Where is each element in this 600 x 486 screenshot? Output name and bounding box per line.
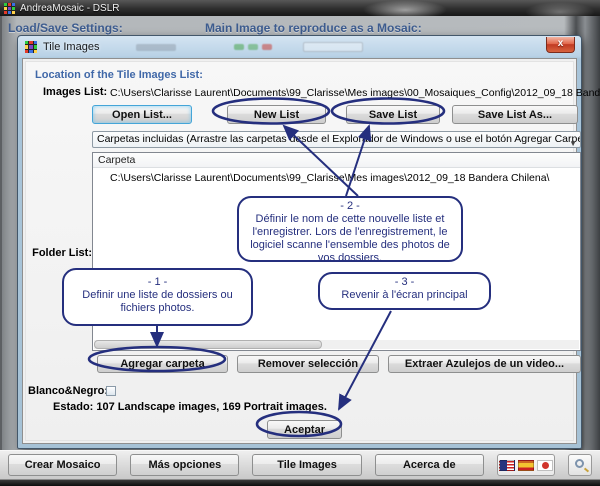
status-text: Estado: 107 Landscape images, 169 Portra… <box>53 401 327 413</box>
titlebar-ghost <box>136 44 176 51</box>
callout-step-3: - 3 - Revenir à l'écran principal <box>318 272 491 310</box>
window-title: AndreaMosaic - DSLR <box>20 3 119 14</box>
included-folders-dropdown[interactable]: Carpetas incluidas (Arrastre las carpeta… <box>92 131 581 148</box>
save-list-as-button[interactable]: Save List As... <box>452 105 578 124</box>
black-white-checkbox[interactable] <box>106 386 116 396</box>
chevron-down-icon: ▼ <box>569 136 577 148</box>
dialog-title: Tile Images <box>43 41 99 53</box>
location-heading: Location of the Tile Images List: <box>35 69 203 81</box>
callout-1-number: - 1 - <box>70 276 245 289</box>
extract-tiles-from-video-button[interactable]: Extraer Azulejos de un video... <box>388 355 581 373</box>
spain-flag-icon <box>518 460 534 471</box>
dropdown-selected-text: Carpetas incluidas (Arrastre las carpeta… <box>97 133 581 145</box>
callout-step-1: - 1 - Definir une liste de dossiers ou f… <box>62 268 253 326</box>
scrollbar-thumb[interactable] <box>94 340 322 349</box>
app-icon <box>4 3 15 14</box>
dialog-icon <box>25 41 37 53</box>
titlebar-ghost <box>303 42 363 52</box>
folder-list-row[interactable]: C:\Users\Clarisse Laurent\Documents\99_C… <box>93 168 580 184</box>
callout-1-text: Definir une liste de dossiers ou fichier… <box>82 289 232 314</box>
main-image-label: Main Image to reproduce as a Mosaic: <box>205 21 422 35</box>
folder-list-column-header[interactable]: Carpeta <box>93 153 580 168</box>
japan-flag-icon <box>537 460 553 471</box>
callout-3-number: - 3 - <box>326 276 483 289</box>
titlebar-ghost <box>262 44 272 50</box>
folder-list-label: Folder List: <box>26 247 92 259</box>
main-window: AndreaMosaic - DSLR Load/Save Settings: … <box>0 0 600 486</box>
callout-2-text: Définir le nom de cette nouvelle liste e… <box>250 213 450 264</box>
main-titlebar[interactable]: AndreaMosaic - DSLR <box>0 0 600 16</box>
close-icon: x <box>558 38 564 49</box>
window-bottom-edge <box>0 480 600 486</box>
horizontal-scrollbar[interactable] <box>94 340 579 349</box>
black-white-label: Blanco&Negro: <box>28 385 108 397</box>
tile-images-button[interactable]: Tile Images <box>252 454 361 476</box>
titlebar-ghost <box>234 44 244 50</box>
crear-mosaico-button[interactable]: Crear Mosaico <box>8 454 117 476</box>
add-folder-button[interactable]: Agregar carpeta <box>97 355 228 373</box>
images-list-path: C:\Users\Clarisse Laurent\Documents\99_C… <box>110 87 600 99</box>
save-list-button[interactable]: Save List <box>346 105 440 124</box>
dialog-titlebar[interactable]: Tile Images <box>18 36 581 58</box>
load-save-settings-label: Load/Save Settings: <box>8 21 123 35</box>
remove-selection-button[interactable]: Remover selección <box>237 355 379 373</box>
open-list-button[interactable]: Open List... <box>92 105 192 124</box>
callout-2-number: - 2 - <box>245 200 455 213</box>
images-list-label: Images List: <box>43 86 107 98</box>
callout-step-2: - 2 - Définir le nom de cette nouvelle l… <box>237 196 463 262</box>
language-selector-button[interactable] <box>497 454 555 476</box>
search-button[interactable] <box>568 454 592 476</box>
bottom-toolbar: Crear Mosaico Más opciones Tile Images A… <box>0 450 600 480</box>
callout-3-text: Revenir à l'écran principal <box>341 289 467 301</box>
accept-button[interactable]: Aceptar <box>267 420 342 439</box>
us-flag-icon <box>499 460 515 471</box>
mas-opciones-button[interactable]: Más opciones <box>130 454 239 476</box>
acerca-de-button[interactable]: Acerca de <box>375 454 484 476</box>
magnifier-icon <box>575 459 584 468</box>
close-button[interactable]: x <box>546 37 575 53</box>
titlebar-ghost <box>248 44 258 50</box>
new-list-button[interactable]: New List <box>227 105 326 124</box>
